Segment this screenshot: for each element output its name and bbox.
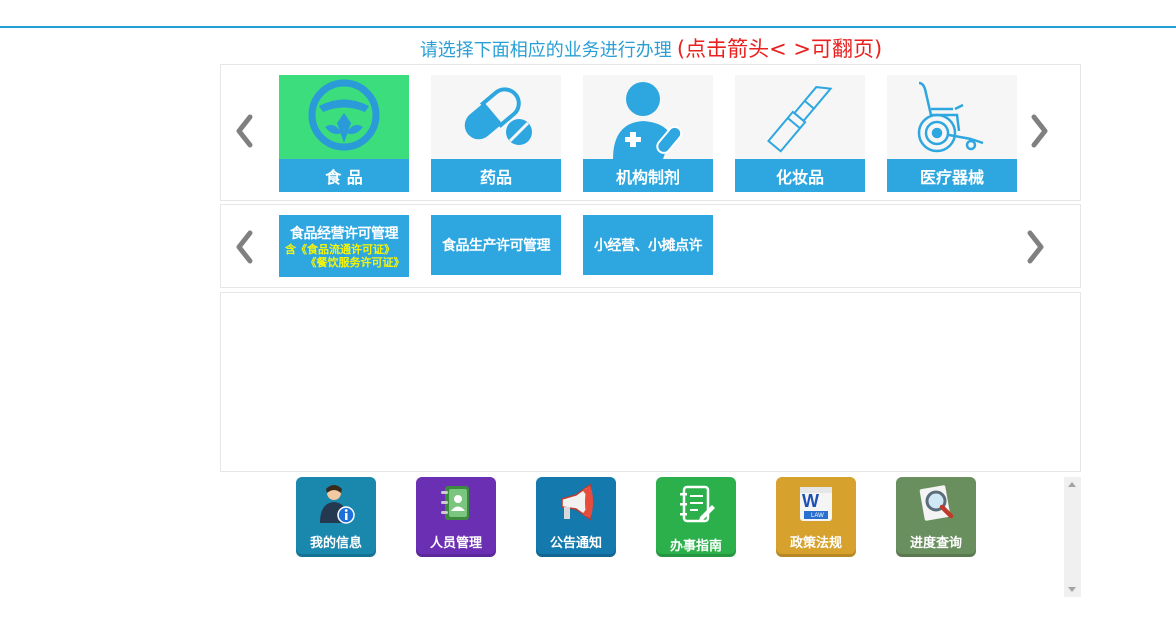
category-label: 医疗器械 [887,159,1017,192]
content-area [220,292,1081,472]
subcategory-next-arrow-icon[interactable] [1025,227,1047,267]
category-label: 食 品 [279,159,409,192]
user-info-icon [320,485,355,524]
app-label: 我的信息 [309,536,362,551]
megaphone-icon [561,483,593,521]
subcategory-title: 食品经营许可管理 [290,226,399,242]
category-label: 机构制剂 [583,159,713,192]
address-book-icon [441,486,469,520]
instruction-main: 请选择下面相应的业务进行办理 [419,40,672,61]
category-label: 药品 [431,159,561,192]
subcategory-title: 小经营、小摊点许 [594,238,703,254]
scrollbar[interactable] [1064,477,1081,597]
svg-text:W: W [802,491,819,511]
wheelchair-icon [887,75,1017,159]
subcategory-note: 含《食品流通许可证》 [285,243,395,256]
subcategory-prev-arrow-icon[interactable] [233,227,255,267]
scroll-up-arrow-icon[interactable] [1068,482,1076,487]
subcategory-title: 食品生产许可管理 [442,238,551,254]
subcategory-note: 《餐饮服务许可证》 [305,256,405,269]
subcategory-small-business[interactable]: 小经营、小摊点许 [583,215,713,275]
app-label: 进度查询 [909,536,962,551]
subcategory-food-production-license[interactable]: 食品生产许可管理 [431,215,561,275]
search-document-icon [919,485,954,521]
lipstick-icon [735,75,865,159]
medical-person-icon [583,75,713,159]
category-label: 化妆品 [735,159,865,192]
pills-icon [431,75,561,159]
staff-management-button[interactable]: 人员管理 [416,477,496,557]
policy-law-button[interactable]: W LAW 政策法规 [776,477,856,557]
service-guide-button[interactable]: 办事指南 [656,477,736,557]
app-label: 政策法规 [789,536,842,551]
svg-text:LAW: LAW [811,513,824,519]
instruction-text: 请选择下面相应的业务进行办理 (点击箭头< >可翻页) [220,33,1082,63]
law-book-icon: W LAW [800,487,832,521]
carousel-prev-arrow-icon[interactable] [233,111,255,151]
food-safety-icon [279,75,409,159]
app-label: 公告通知 [549,536,602,551]
notebook-icon [680,485,715,523]
progress-query-button[interactable]: 进度查询 [896,477,976,557]
category-carousel: 食 品 药品 机构制剂 化妆品 医疗器械 [220,64,1081,201]
app-label: 办事指南 [669,539,722,554]
app-label: 人员管理 [429,536,482,551]
my-info-button[interactable]: 我的信息 [296,477,376,557]
announcement-button[interactable]: 公告通知 [536,477,616,557]
subcategory-food-business-license[interactable]: 食品经营许可管理 含《食品流通许可证》 《餐饮服务许可证》 [279,215,409,277]
instruction-hint: (点击箭头< >可翻页) [676,37,883,61]
subcategory-carousel: 食品经营许可管理 含《食品流通许可证》 《餐饮服务许可证》 食品生产许可管理 小… [220,204,1081,288]
top-divider [0,26,1176,28]
carousel-next-arrow-icon[interactable] [1029,111,1051,151]
scroll-down-arrow-icon[interactable] [1068,587,1076,592]
